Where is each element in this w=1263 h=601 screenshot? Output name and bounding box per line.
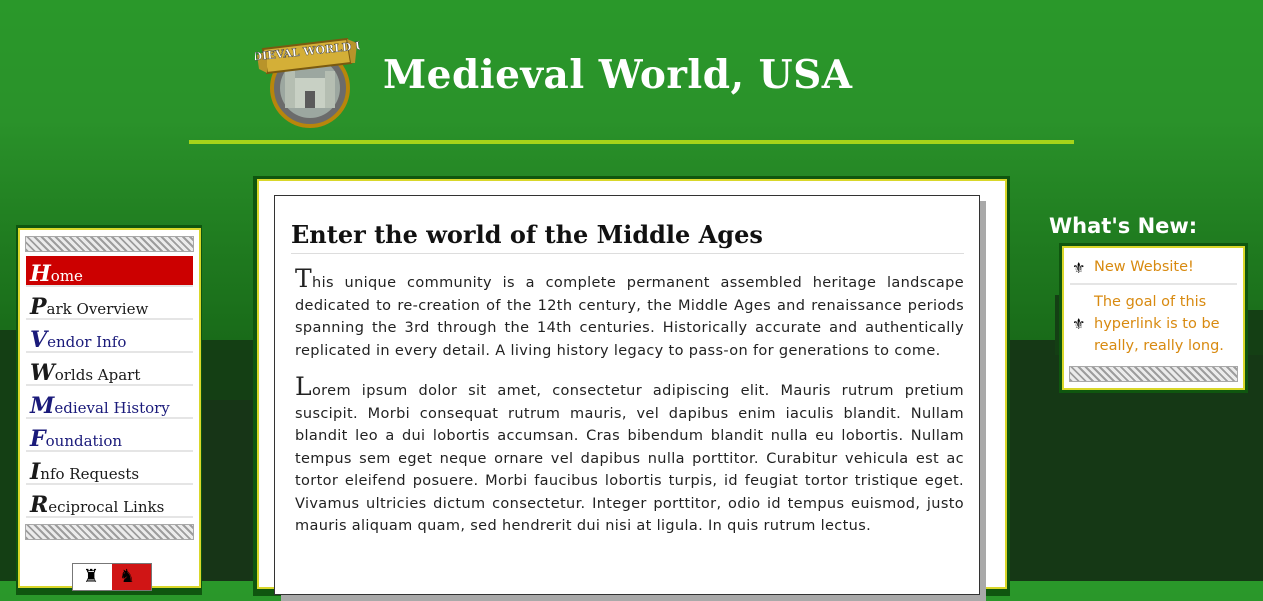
nav-item-worlds-apart[interactable]: Worlds Apart — [26, 355, 193, 386]
nav-item-reciprocal-links[interactable]: Reciprocal Links — [26, 487, 193, 518]
heraldic-badge[interactable]: ♜ ♞ — [72, 563, 152, 591]
celtic-knot-divider — [25, 236, 194, 252]
nav-item-info-requests[interactable]: Info Requests — [26, 454, 193, 485]
knight-icon: ♞ — [119, 566, 136, 587]
site-logo[interactable]: MEDIEVAL WORLD USA — [255, 33, 360, 129]
nav-item-vendor-info[interactable]: Vendor Info — [26, 322, 193, 353]
header-divider — [189, 140, 1074, 144]
drop-cap: L — [295, 372, 312, 401]
nav-item-medieval-history[interactable]: Medieval History — [26, 388, 193, 419]
body-paragraph: Lorem ipsum dolor sit amet, consectetur … — [295, 372, 964, 534]
celtic-knot-divider — [1069, 366, 1238, 382]
intro-paragraph: This unique community is a complete perm… — [295, 264, 964, 359]
nav-item-home[interactable]: Home — [26, 256, 193, 287]
nav-item-foundation[interactable]: Foundation — [26, 421, 193, 452]
fleur-de-lis-icon: ⚜ — [1072, 259, 1086, 277]
site-title: Medieval World, USA — [383, 52, 853, 98]
content-box: Enter the world of the Middle Ages This … — [274, 195, 980, 595]
news-link-new-website[interactable]: ⚜ New Website! — [1070, 256, 1237, 285]
page-heading: Enter the world of the Middle Ages — [291, 220, 964, 254]
tower — [200, 400, 255, 581]
celtic-knot-divider — [25, 524, 194, 540]
fleur-de-lis-icon: ⚜ — [1072, 315, 1086, 333]
shield-icon: ♜ — [83, 566, 100, 587]
main-navigation: Home Park Overview Vendor Info Worlds Ap… — [18, 228, 201, 591]
nav-item-park-overview[interactable]: Park Overview — [26, 289, 193, 320]
drop-cap: T — [295, 264, 313, 293]
news-link-long-hyperlink[interactable]: ⚜ The goal of this hyperlink is to be re… — [1070, 291, 1237, 362]
whats-new-heading: What's New: — [1049, 214, 1198, 238]
whats-new-panel: ⚜ New Website! ⚜ The goal of this hyperl… — [1062, 246, 1245, 390]
